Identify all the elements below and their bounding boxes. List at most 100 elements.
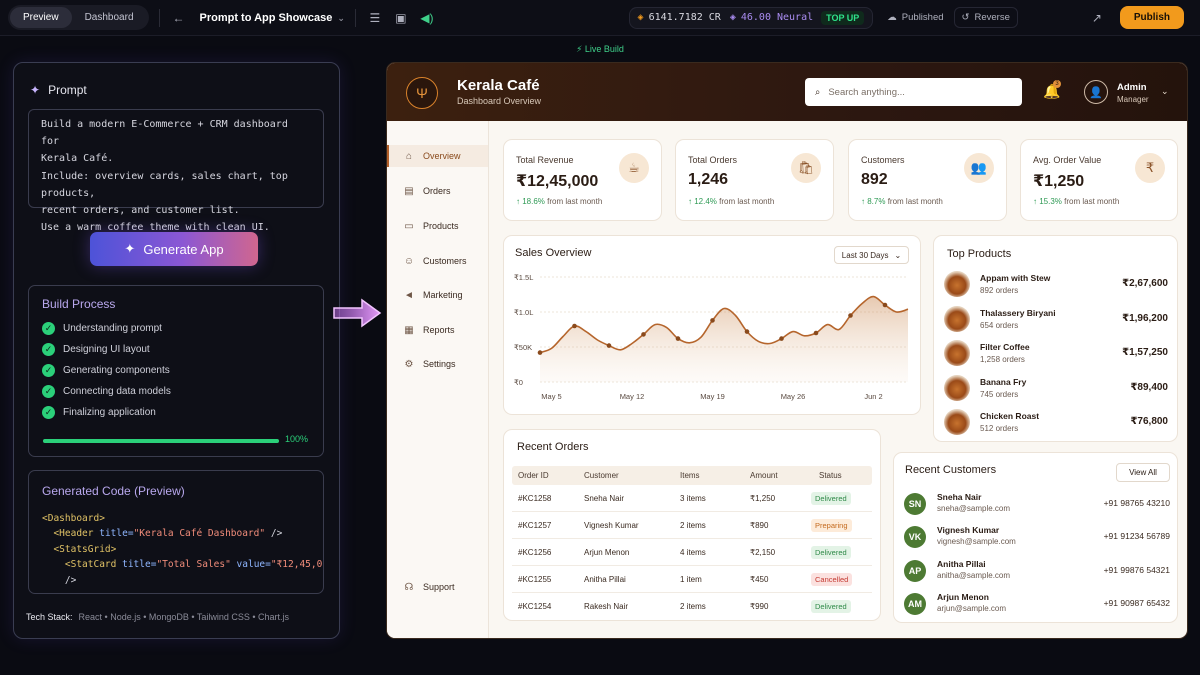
product-orders: 745 orders (980, 390, 1019, 399)
sidebar-item-customers[interactable]: ☺ Customers (387, 250, 488, 272)
order-id: #KC1257 (518, 521, 552, 530)
product-row[interactable]: Banana Fry 745 orders ₹89,400 (944, 374, 1168, 404)
table-row[interactable]: #KC1254 Rakesh Nair 2 items ₹990 Deliver… (512, 593, 872, 620)
code-token: title= (99, 528, 134, 540)
data-point (606, 343, 612, 348)
tab-dashboard[interactable]: Dashboard (72, 7, 147, 28)
check-icon: ✓ (42, 364, 55, 377)
product-row[interactable]: Thalassery Biryani 654 orders ₹1,96,200 (944, 305, 1168, 335)
table-row[interactable]: #KC1257 Vignesh Kumar 2 items ₹890 Prepa… (512, 512, 872, 539)
prompt-textarea[interactable]: Build a modern E-Commerce + CRM dashboar… (28, 109, 324, 233)
sidebar-item-reports[interactable]: ▦ Reports (387, 319, 488, 341)
view-all-button[interactable]: View All (1116, 463, 1170, 482)
table-row[interactable]: #KC1258 Sneha Nair 3 items ₹1,250 Delive… (512, 485, 872, 512)
list-item[interactable]: VK Vignesh Kumar vignesh@sample.com +91 912… (904, 522, 1170, 556)
column-header: Amount (750, 471, 778, 480)
product-revenue: ₹89,400 (1130, 382, 1168, 393)
code-token: <StatCard (64, 559, 117, 571)
order-amount: ₹2,150 (750, 548, 776, 557)
order-customer: Sneha Nair (584, 494, 625, 503)
stat-label: Avg. Order Value (1033, 155, 1102, 165)
page-subtitle: Dashboard Overview (457, 96, 542, 106)
user-icon: ☺ (403, 255, 415, 267)
avatar: SN (904, 493, 926, 515)
stat-value: 892 (861, 171, 888, 188)
gear-icon: ⚙ (404, 358, 414, 370)
code-block: <Dashboard> <Header title="Kerala Café D… (42, 511, 323, 588)
sidebar-item-products[interactable]: ▭ Products (387, 215, 488, 237)
bell-icon[interactable]: 🔔 3 (1043, 80, 1061, 100)
chevron-down-icon: ⌄ (337, 12, 345, 23)
database-icon[interactable]: ☰ (366, 9, 384, 27)
stat-card-avg-order: Avg. Order Value ₹1,250 ↑ 15.3% from las… (1020, 139, 1178, 221)
customer-name: Arjun Menon (937, 592, 989, 602)
dish-image (944, 271, 970, 297)
top-up-button[interactable]: TOP UP (821, 10, 865, 25)
data-point (744, 329, 750, 334)
report-icon: ▦ (404, 324, 414, 336)
status-badge: Cancelled (811, 573, 853, 586)
order-customer: Vignesh Kumar (584, 521, 639, 530)
tab-preview[interactable]: Preview (10, 7, 72, 28)
stat-value: 1,246 (688, 171, 729, 188)
user-icon[interactable]: 👤 (1084, 80, 1108, 104)
list-item[interactable]: SN Sneha Nair sneha@sample.com +91 98765 43… (904, 489, 1170, 523)
cloud-icon: ☁ (887, 12, 897, 23)
code-token: /> (265, 528, 283, 540)
product-row[interactable]: Chicken Roast 512 orders ₹76,800 (944, 408, 1168, 438)
search-input[interactable]: ⌕ Search anything... (805, 78, 1022, 106)
up-arrow-icon: ↑ (861, 197, 865, 206)
shopping-bag-icon: 🛍 (791, 153, 821, 183)
recent-orders-title: Recent Orders (517, 441, 589, 453)
project-title[interactable]: Prompt to App Showcase ⌄ (200, 12, 345, 24)
tech-stack-list: React • Node.js • MongoDB • Tailwind CSS… (78, 612, 290, 622)
customer-name: Vignesh Kumar (937, 525, 1000, 535)
sidebar-item-support[interactable]: ☊ Support (387, 576, 488, 598)
search-placeholder: Search anything... (828, 86, 905, 98)
recent-customers-card: Recent Customers View All SN Sneha Nair sn… (893, 452, 1178, 623)
dish-image (944, 306, 970, 332)
product-row[interactable]: Filter Coffee 1,258 orders ₹1,57,250 (944, 339, 1168, 369)
credits-value: 6141.7182 CR (648, 12, 721, 23)
headset-icon: ☊ (404, 581, 414, 593)
sidebar-item-overview[interactable]: ⌂ Overview (387, 145, 488, 167)
table-row[interactable]: #KC1256 Arjun Menon 4 items ₹2,150 Deliv… (512, 539, 872, 566)
stat-change-note: from last month (719, 197, 775, 206)
generate-app-button[interactable]: ✦ Generate App (90, 232, 258, 266)
stat-label: Total Revenue (516, 155, 574, 165)
reverse-button[interactable]: ↺ Reverse (953, 7, 1018, 28)
sidebar-item-marketing[interactable]: ◄ Marketing (387, 284, 488, 306)
publish-button[interactable]: Publish (1119, 6, 1184, 29)
status-badge: Delivered (811, 546, 851, 559)
order-customer: Rakesh Nair (584, 602, 629, 611)
published-label: Published (901, 12, 944, 23)
sidebar-item-orders[interactable]: ▤ Orders (387, 180, 488, 202)
chevron-down-icon[interactable]: ⌄ (1161, 86, 1169, 97)
product-row[interactable]: Appam with Stew 892 orders ₹2,67,600 (944, 270, 1168, 300)
stat-change-note: from last month (547, 197, 603, 206)
list-item[interactable]: AP Anitha Pillai anitha@sample.com +91 9987… (904, 556, 1170, 590)
sidebar-item-settings[interactable]: ⚙ Settings (387, 353, 488, 375)
recent-customers-title: Recent Customers (905, 464, 997, 476)
column-header: Order ID (518, 471, 549, 480)
dish-image (944, 375, 970, 401)
order-id: #KC1254 (518, 602, 552, 611)
prompt-title: Prompt (48, 83, 87, 97)
back-arrow-icon[interactable]: ← (170, 9, 188, 27)
status-badge: Preparing (811, 519, 852, 532)
external-link-icon[interactable]: ↗ (1088, 9, 1106, 27)
stat-card-orders: Total Orders 1,246 ↑ 12.4% from last mon… (675, 139, 834, 221)
product-orders: 1,258 orders (980, 355, 1025, 364)
view-toggle: Preview Dashboard (8, 5, 149, 30)
layout-icon[interactable]: ▣ (392, 9, 410, 27)
speaker-icon[interactable]: ◀) (418, 9, 436, 27)
step-label: Understanding prompt (63, 323, 162, 334)
x-tick-label: May 19 (700, 392, 725, 401)
customer-name: Anitha Pillai (937, 559, 986, 569)
admin-name[interactable]: Admin (1117, 82, 1147, 93)
brand-name: Kerala Café (457, 77, 540, 94)
list-item[interactable]: AM Arjun Menon arjun@sample.com +91 90987 6… (904, 589, 1170, 623)
code-token: /> (64, 574, 77, 586)
order-amount: ₹990 (750, 602, 769, 611)
table-row[interactable]: #KC1255 Anitha Pillai 1 item ₹450 Cancel… (512, 566, 872, 593)
